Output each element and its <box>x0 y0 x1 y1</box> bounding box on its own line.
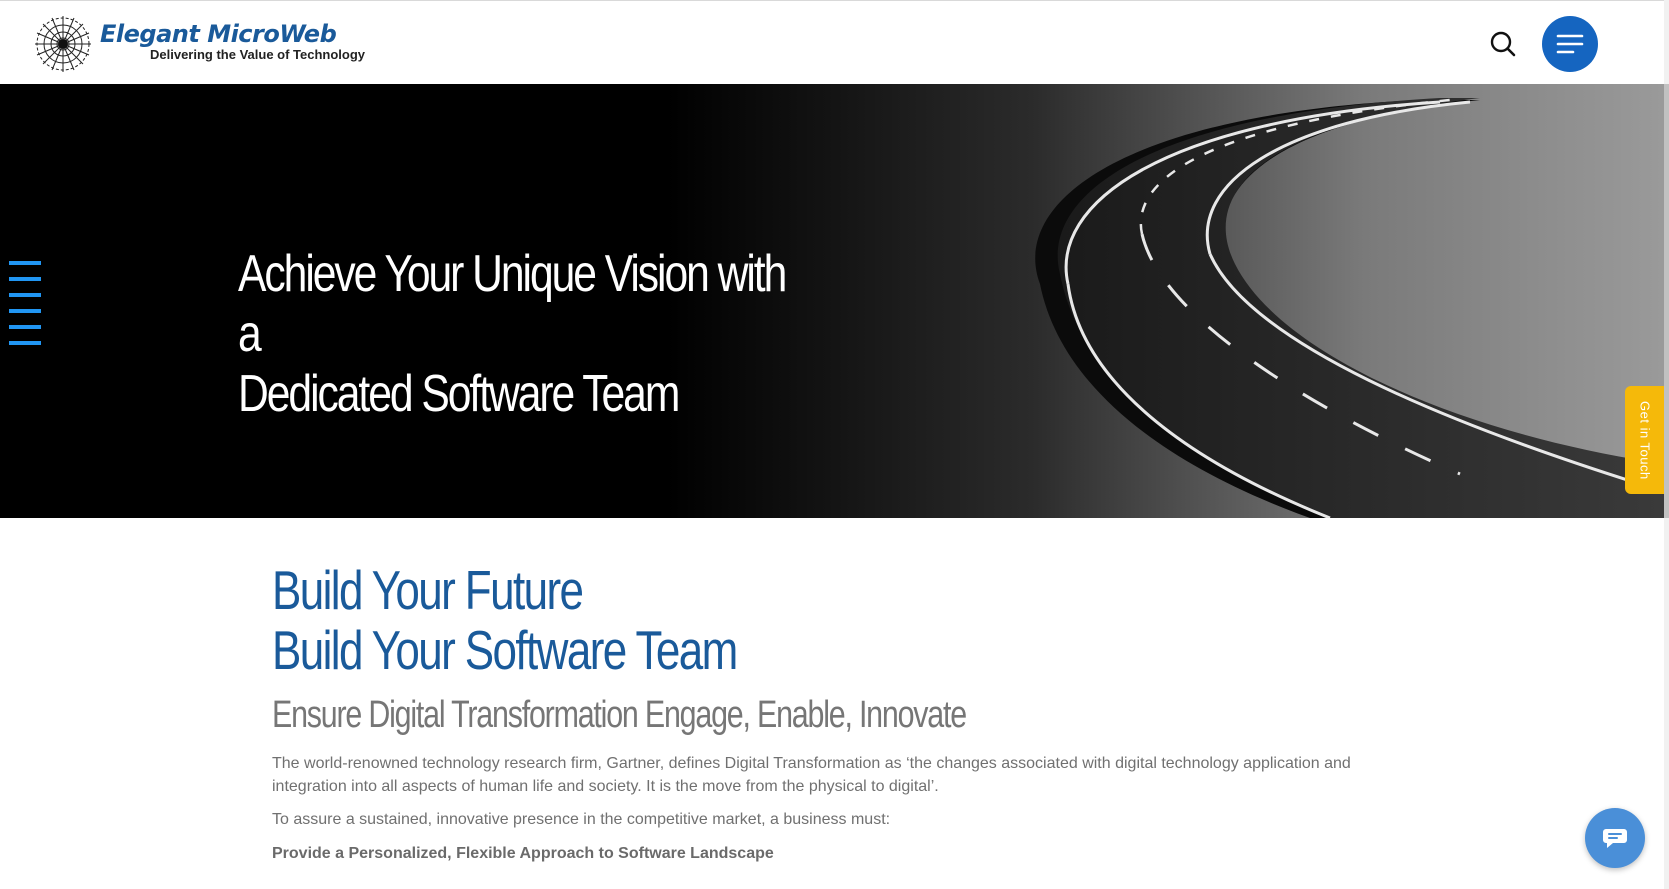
search-icon <box>1490 31 1516 57</box>
side-menu-icon <box>9 261 41 265</box>
hero-banner: Achieve Your Unique Vision with a Dedica… <box>0 84 1664 518</box>
hamburger-icon <box>1556 34 1584 54</box>
side-menu-bar <box>9 309 41 313</box>
side-menu-toggle[interactable] <box>9 261 41 357</box>
side-menu-bar <box>9 325 41 329</box>
search-button[interactable] <box>1488 29 1518 59</box>
side-menu-bar <box>9 341 41 345</box>
section-headline: Build Your Future Build Your Software Te… <box>272 560 992 680</box>
intro-paragraph: The world-renowned technology research f… <box>272 755 1351 795</box>
scrollbar-thumb[interactable] <box>1664 84 1669 518</box>
site-header: Elegant MicroWeb Delivering the Value of… <box>0 0 1669 84</box>
brand-tagline: Delivering the Value of Technology <box>150 47 366 62</box>
side-menu-bar <box>9 293 41 297</box>
headline-line2: Build Your Software Team <box>272 619 738 681</box>
brand-name: Elegant MicroWeb <box>100 20 337 48</box>
main-content: Build Your Future Build Your Software Te… <box>272 560 1372 865</box>
get-in-touch-label: Get in Touch <box>1637 400 1653 480</box>
bold-point: Provide a Personalized, Flexible Approac… <box>272 845 774 862</box>
side-menu-bar <box>9 277 41 281</box>
assurance-paragraph: To assure a sustained, innovative presen… <box>272 811 891 828</box>
section-subheading: Ensure Digital Transformation Engage, En… <box>272 694 967 736</box>
chat-button[interactable] <box>1585 808 1645 868</box>
chat-icon <box>1603 829 1627 848</box>
headline-line1: Build Your Future <box>272 559 584 621</box>
hero-title: Achieve Your Unique Vision with a Dedica… <box>238 244 812 424</box>
hero-title-line2: Dedicated Software Team <box>238 365 680 423</box>
get-in-touch-tab[interactable]: Get in Touch <box>1625 386 1664 494</box>
spider-web-logo-icon <box>35 16 91 72</box>
hero-title-line1: Achieve Your Unique Vision with a <box>238 245 787 363</box>
main-menu-button[interactable] <box>1542 16 1598 72</box>
logo[interactable]: Elegant MicroWeb Delivering the Value of… <box>32 15 365 73</box>
